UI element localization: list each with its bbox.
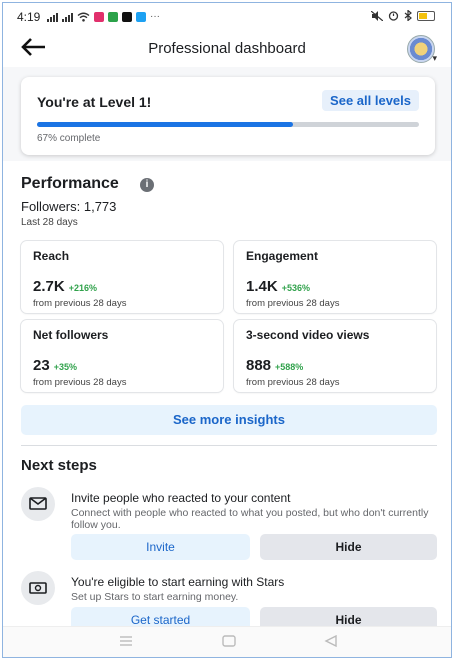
metric-sub: from previous 28 days [33,377,127,388]
app-notification-icon [94,11,104,22]
envelope-icon [21,487,55,521]
app-frame: 4:19 ··· Professional dashboard ▾ You're… [2,2,452,658]
twitter-icon [136,11,146,22]
step-description: Set up Stars to start earning money. [71,591,239,603]
app-notification-icon-2 [108,11,118,22]
metric-label: Net followers [33,328,109,342]
level-progress-text: 67% complete [37,133,101,144]
metric-label: Reach [33,249,70,263]
metric-value: 2.7K +216% [33,278,97,295]
metric-card-engagement[interactable]: Engagement 1.4K +536% from previous 28 da… [234,241,436,313]
menu-icon[interactable] [119,635,133,647]
hide-button[interactable]: Hide [260,534,437,560]
divider [21,445,437,446]
see-more-insights-button[interactable]: See more insights [21,405,437,435]
step-description: Connect with people who reacted to what … [71,507,429,531]
metric-label: Engagement [246,249,319,263]
metric-value: 1.4K +536% [246,278,310,295]
performance-title: Performance [21,175,119,192]
more-dots-icon: ··· [150,11,160,22]
next-steps-title: Next steps [21,457,97,474]
invite-button[interactable]: Invite [71,534,250,560]
level-card: You're at Level 1! See all levels 67% co… [21,77,435,155]
metric-label: 3-second video views [246,328,370,342]
metric-value: 23 +35% [33,357,77,374]
page-title: Professional dashboard [148,40,306,57]
main-panel: Performance i Followers: 1,773 Last 28 d… [3,161,451,633]
metric-change: +35% [53,362,77,372]
status-bar: 4:19 ··· [3,3,451,29]
period-label: Last 28 days [21,217,78,228]
bluetooth-icon [404,10,412,21]
metric-card-video-views[interactable]: 3-second video views 888 +588% from previ… [234,320,436,392]
chevron-down-icon[interactable]: ▾ [432,53,437,64]
signal-icon-2 [62,12,73,22]
home-icon[interactable] [222,635,236,647]
level-title: You're at Level 1! [37,94,152,110]
avatar[interactable] [407,35,435,63]
see-all-levels-button[interactable]: See all levels [322,90,419,111]
followers-count: Followers: 1,773 [21,199,117,214]
mute-icon [371,10,383,21]
status-right-icons [371,10,435,21]
info-icon[interactable]: i [140,178,154,192]
metric-change: +588% [275,362,304,372]
metric-change: +536% [281,283,310,293]
metric-card-reach[interactable]: Reach 2.7K +216% from previous 28 days [21,241,223,313]
alarm-icon [388,11,399,21]
metric-sub: from previous 28 days [246,377,340,388]
level-progress-bar [37,122,419,127]
system-nav-bar [3,626,451,657]
metric-change: +216% [68,283,97,293]
metric-value: 888 +588% [246,357,304,374]
status-left-icons: ··· [47,11,160,22]
tiktok-icon [122,11,132,22]
step-title: Invite people who reacted to your conten… [71,491,291,505]
back-triangle-icon[interactable] [324,635,338,647]
signal-icon [47,12,58,22]
metric-card-net-followers[interactable]: Net followers 23 +35% from previous 28 da… [21,320,223,392]
level-progress-fill [37,122,293,127]
wifi-icon [77,12,90,22]
header: Professional dashboard ▾ [3,29,451,67]
metric-sub: from previous 28 days [33,298,127,309]
step-title: You're eligible to start earning with St… [71,575,285,589]
status-time: 4:19 [17,10,41,24]
stars-money-icon [21,571,55,605]
metric-sub: from previous 28 days [246,298,340,309]
battery-icon [417,10,435,21]
